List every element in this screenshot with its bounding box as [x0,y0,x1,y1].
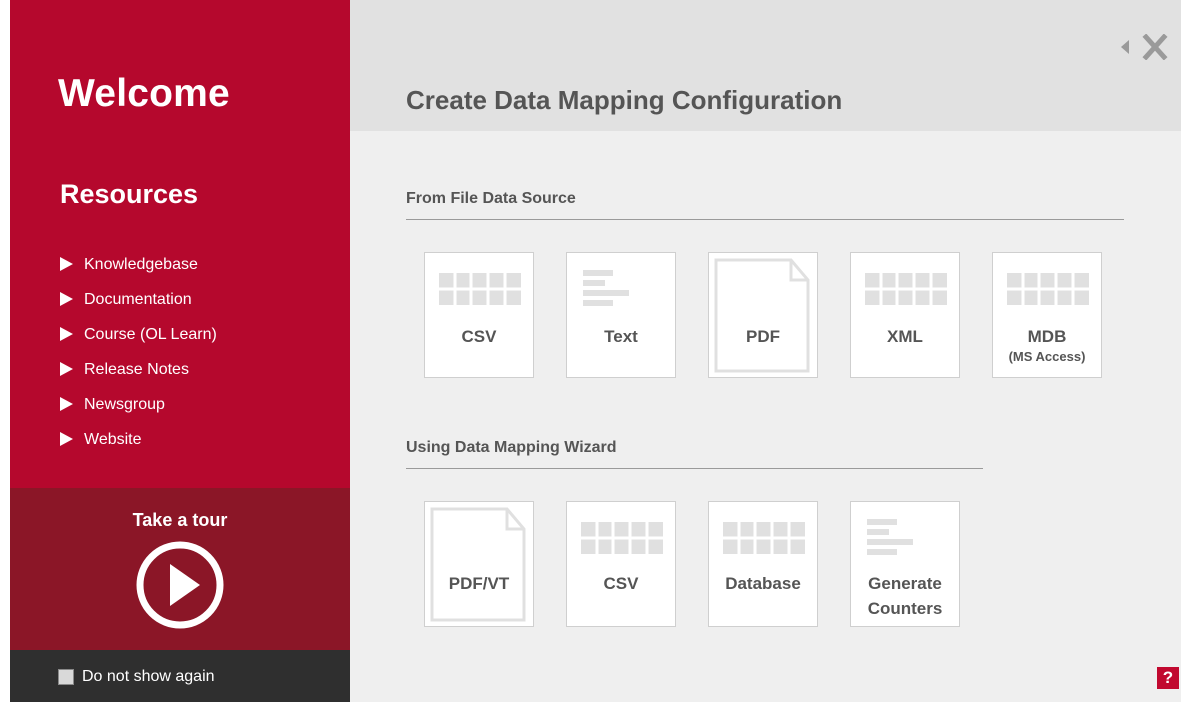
arrow-right-icon [60,327,73,341]
link-label: Website [84,430,142,448]
divider [406,468,983,469]
tile-wizard-pdfvt[interactable]: PDF/VT [424,501,534,627]
sidebar-footer: Do not show again [10,650,350,702]
tile-label: Database [725,574,801,593]
tile-label: Text [604,327,638,346]
header: Create Data Mapping Configuration [350,0,1181,131]
tile-label: CSV [461,327,497,346]
table-icon [439,273,521,305]
section-title-file: From File Data Source [406,190,576,207]
welcome-window: Welcome Resources Knowledgebase Document… [10,0,1181,702]
resources-heading: Resources [60,179,199,209]
table-icon [1007,273,1089,305]
arrow-right-icon [60,257,73,271]
link-website[interactable]: Website [60,422,217,457]
link-knowledgebase[interactable]: Knowledgebase [60,247,217,282]
link-label: Course (OL Learn) [84,325,217,343]
link-label: Documentation [84,290,192,308]
tile-label: PDF/VT [448,574,510,593]
welcome-heading: Welcome [58,72,230,115]
do-not-show-again-row[interactable]: Do not show again [58,668,215,686]
link-label: Newsgroup [84,395,165,413]
resources-list: Knowledgebase Documentation Course (OL L… [60,247,217,457]
section-title-wizard: Using Data Mapping Wizard [406,439,617,456]
tour-title: Take a tour [132,510,228,530]
link-documentation[interactable]: Documentation [60,282,217,317]
table-icon [581,522,663,554]
link-label: Release Notes [84,360,189,378]
do-not-show-again-label: Do not show again [82,668,215,685]
tile-sublabel: (MS Access) [1008,349,1086,364]
help-button[interactable]: ? [1157,667,1179,689]
link-release-notes[interactable]: Release Notes [60,352,217,387]
close-icon[interactable] [1140,34,1170,60]
page-title: Create Data Mapping Configuration [406,85,843,115]
document-icon [714,258,810,373]
tile-label: MDB [1027,327,1067,346]
arrow-right-icon [60,397,73,411]
tile-file-pdf[interactable]: PDF [708,252,818,378]
tile-label: Generate [868,574,942,593]
text-lines-icon [583,270,629,306]
tile-wizard-generate-counters[interactable]: Generate Counters [850,501,960,627]
tile-file-csv[interactable]: CSV [424,252,534,378]
main-panel: Create Data Mapping Configuration From F… [350,0,1181,702]
tour-panel: Take a tour [10,488,350,650]
document-icon [430,507,526,622]
link-course[interactable]: Course (OL Learn) [60,317,217,352]
link-label: Knowledgebase [84,255,198,273]
tile-file-mdb[interactable]: MDB (MS Access) [992,252,1102,378]
sidebar: Welcome Resources Knowledgebase Document… [10,0,350,702]
back-arrow-icon[interactable] [1118,37,1134,57]
divider [406,219,1124,220]
link-newsgroup[interactable]: Newsgroup [60,387,217,422]
play-icon[interactable] [135,540,225,630]
tile-label: CSV [603,574,639,593]
tile-wizard-csv[interactable]: CSV [566,501,676,627]
arrow-right-icon [60,432,73,446]
tile-label-line2: Counters [867,599,943,618]
table-icon [865,273,947,305]
text-lines-icon [867,519,913,555]
tile-file-text[interactable]: Text [566,252,676,378]
tile-label: PDF [746,327,780,346]
tile-label: XML [887,327,923,346]
do-not-show-again-checkbox[interactable] [58,669,74,685]
table-icon [723,522,805,554]
arrow-right-icon [60,292,73,306]
tile-wizard-database[interactable]: Database [708,501,818,627]
tile-file-xml[interactable]: XML [850,252,960,378]
arrow-right-icon [60,362,73,376]
